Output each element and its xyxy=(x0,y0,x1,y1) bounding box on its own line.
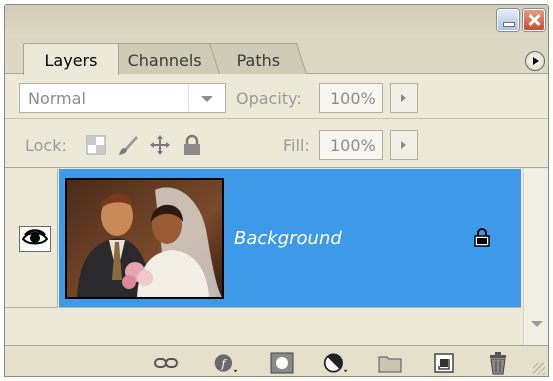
vertical-scrollbar[interactable] xyxy=(523,169,548,345)
bottom-toolbar: f xyxy=(5,345,548,376)
fill-stepper[interactable] xyxy=(390,130,418,160)
layer-mask-icon[interactable] xyxy=(269,351,295,375)
tab-layers[interactable]: Layers xyxy=(23,43,119,75)
layer-style-icon[interactable]: f xyxy=(213,351,239,375)
eye-icon xyxy=(21,229,49,245)
panel-menu-button[interactable] xyxy=(525,51,545,71)
link-icon[interactable] xyxy=(153,351,179,375)
wedding-photo-thumbnail xyxy=(65,178,224,299)
panel-tabs: Channels Paths Layers xyxy=(5,37,548,75)
lock-row: Lock: Fill: 100% xyxy=(5,120,548,168)
resize-grip[interactable] xyxy=(533,363,545,375)
layer-row-background[interactable]: Background xyxy=(59,169,521,308)
fill-field[interactable]: 100% xyxy=(319,130,383,160)
minimize-icon[interactable] xyxy=(497,9,519,31)
opacity-label: Opacity: xyxy=(236,89,302,108)
layer-name[interactable]: Background xyxy=(234,228,342,249)
tab-channels[interactable]: Channels xyxy=(102,43,225,74)
empty-list-area xyxy=(5,309,523,345)
opacity-stepper[interactable] xyxy=(390,83,418,113)
blend-mode-select[interactable]: Normal xyxy=(19,83,226,113)
new-group-icon[interactable] xyxy=(377,351,403,375)
close-icon[interactable] xyxy=(523,9,545,31)
lock-all-icon[interactable] xyxy=(181,134,203,156)
blend-mode-value: Normal xyxy=(28,89,86,108)
fill-label: Fill: xyxy=(283,136,310,155)
lock-brush-icon[interactable] xyxy=(117,134,139,156)
layers-panel: Channels Paths Layers Normal Opacity: 10… xyxy=(4,4,549,377)
panel-titlebar[interactable] xyxy=(5,5,548,37)
opacity-field[interactable]: 100% xyxy=(319,83,383,113)
adjustment-layer-icon[interactable] xyxy=(323,351,349,375)
layer-list: Background xyxy=(5,169,548,345)
visibility-column xyxy=(5,169,58,308)
chevron-down-icon[interactable] xyxy=(188,85,224,111)
lock-label: Lock: xyxy=(25,136,67,155)
lock-icon xyxy=(474,228,490,247)
visibility-toggle[interactable] xyxy=(19,226,51,252)
lock-move-icon[interactable] xyxy=(149,134,171,156)
trash-icon[interactable] xyxy=(485,351,511,375)
blend-row: Normal Opacity: 100% xyxy=(5,75,548,119)
new-layer-icon[interactable] xyxy=(431,351,457,375)
tab-paths[interactable]: Paths xyxy=(208,43,307,74)
lock-transparency-icon[interactable] xyxy=(85,134,107,156)
